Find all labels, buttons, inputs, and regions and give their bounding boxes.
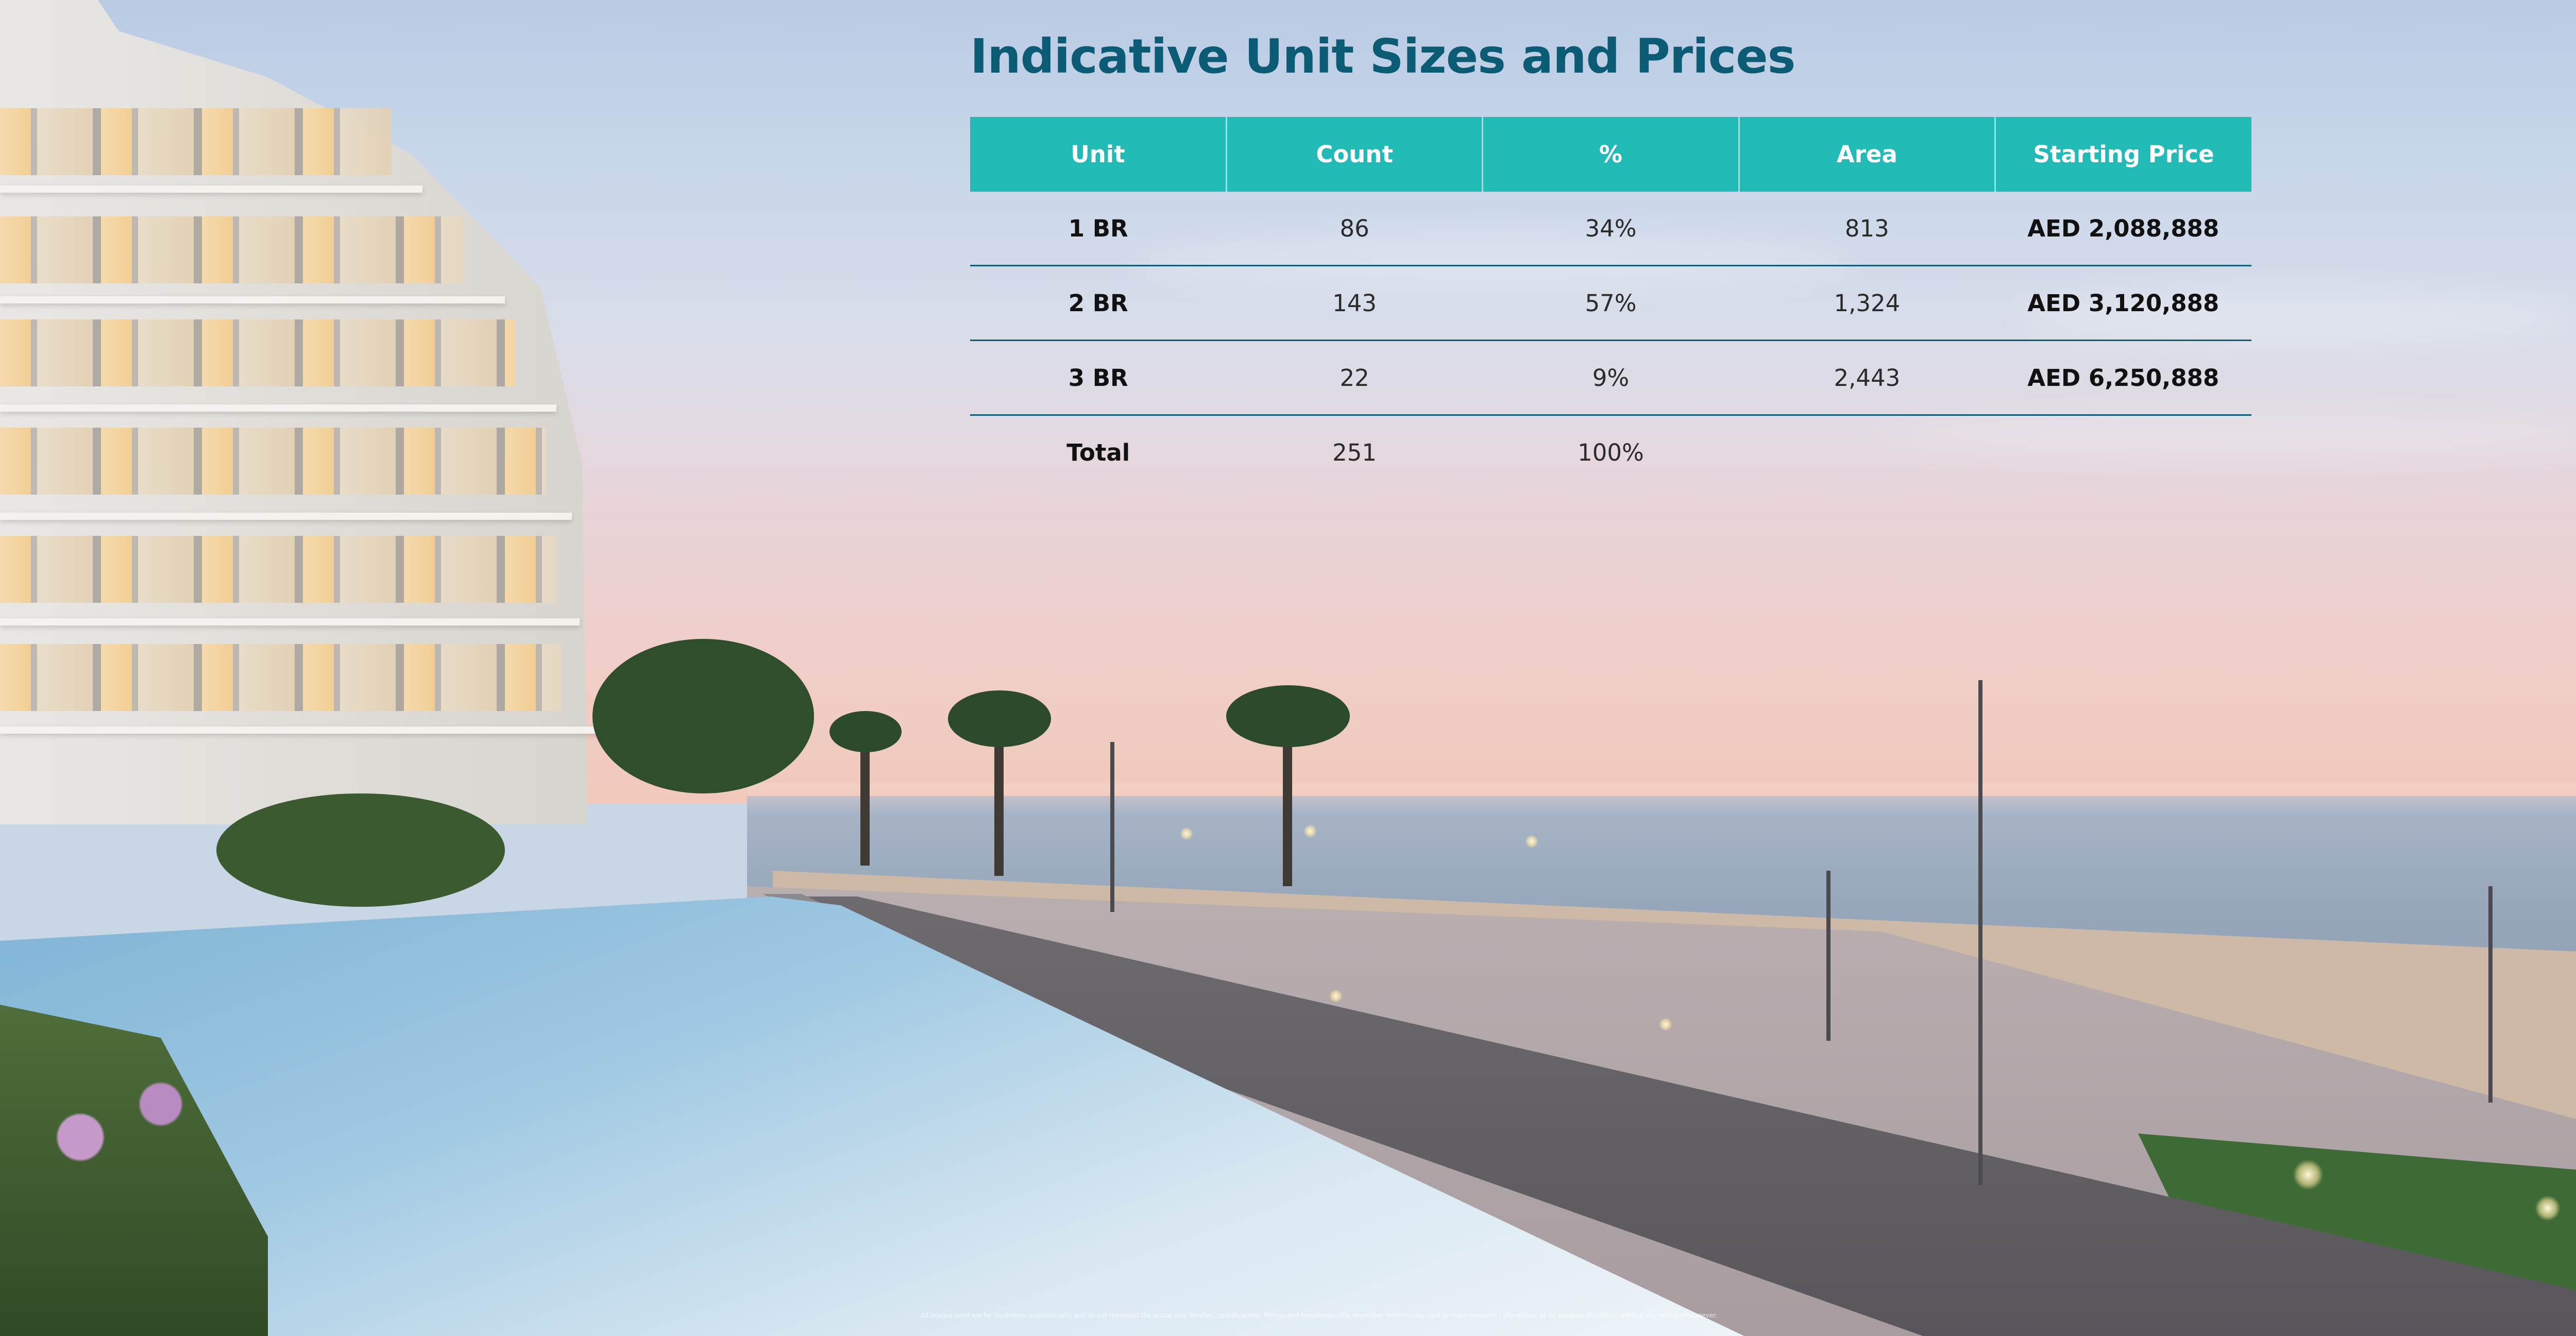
table-row: 3 BR 22 9% 2,443 AED 6,250,888 (970, 340, 2251, 416)
building-windows (0, 644, 562, 711)
lamp-light (1525, 835, 1538, 848)
table-header-row: Unit Count % Area Starting Price (970, 117, 2251, 192)
building-floor-slab (0, 513, 572, 520)
building-floor-slab (0, 296, 505, 303)
building-floor-slab (0, 618, 580, 625)
lamp-light (2293, 1159, 2324, 1190)
page-title: Indicative Unit Sizes and Prices (970, 29, 1795, 84)
starting-price-cell: AED 2,088,888 (1995, 192, 2251, 266)
building-floor-slab (0, 404, 556, 412)
total-price-cell (1995, 415, 2251, 489)
percent-cell: 9% (1482, 340, 1739, 416)
building-windows (0, 319, 515, 386)
street-lamp (2488, 886, 2493, 1103)
unit-price-table: Unit Count % Area Starting Price 1 BR 86… (970, 117, 2251, 489)
lamp-light (1329, 989, 1343, 1003)
building-windows (0, 108, 392, 175)
table-row: 1 BR 86 34% 813 AED 2,088,888 (970, 192, 2251, 266)
percent-cell: 34% (1482, 192, 1739, 266)
shrubs (216, 793, 505, 907)
area-cell: 813 (1739, 192, 1995, 266)
area-cell: 1,324 (1739, 265, 1995, 341)
building-windows (0, 428, 546, 495)
table-total-row: Total 251 100% (970, 415, 2251, 489)
lamp-light (2535, 1195, 2561, 1221)
column-header-count: Count (1225, 117, 1483, 192)
count-cell: 143 (1226, 265, 1483, 341)
street-lamp (1978, 680, 1982, 1185)
street-lamp (1826, 871, 1831, 1041)
legal-disclaimer: All images used are for illustrative pur… (920, 1312, 1718, 1319)
unit-cell: 3 BR (970, 340, 1227, 416)
horizon-glow (747, 783, 2576, 814)
total-area-cell (1739, 415, 1995, 489)
count-cell: 86 (1226, 192, 1483, 266)
total-label-cell: Total (1066, 438, 1130, 466)
table-row: 2 BR 143 57% 1,324 AED 3,120,888 (970, 265, 2251, 341)
unit-cell: 1 BR (970, 192, 1227, 266)
starting-price-cell: AED 6,250,888 (1995, 340, 2251, 416)
lamp-light (1180, 827, 1193, 840)
palm-fronds (948, 690, 1051, 747)
unit-cell: 2 BR (970, 265, 1227, 341)
column-header-area: Area (1738, 117, 1995, 192)
lamp-light (1659, 1018, 1672, 1031)
column-header-starting-price: Starting Price (1994, 117, 2251, 192)
percent-cell: 57% (1482, 265, 1739, 341)
column-header-percent: % (1482, 117, 1739, 192)
count-cell: 22 (1226, 340, 1483, 416)
column-header-unit: Unit (970, 117, 1227, 192)
palm-fronds (829, 711, 902, 752)
total-count-cell: 251 (1332, 438, 1377, 466)
building-windows (0, 216, 464, 283)
price-content: Indicative Unit Sizes and Prices Unit Co… (970, 26, 2251, 489)
palm-fronds (1226, 685, 1350, 747)
tree-canopy (592, 639, 814, 793)
building-windows (0, 536, 556, 603)
building-floor-slab (0, 185, 422, 193)
total-percent-cell: 100% (1578, 438, 1644, 466)
street-lamp (1110, 742, 1114, 912)
starting-price-cell: AED 3,120,888 (1995, 265, 2251, 341)
lamp-light (1303, 824, 1317, 838)
area-cell: 2,443 (1739, 340, 1995, 416)
